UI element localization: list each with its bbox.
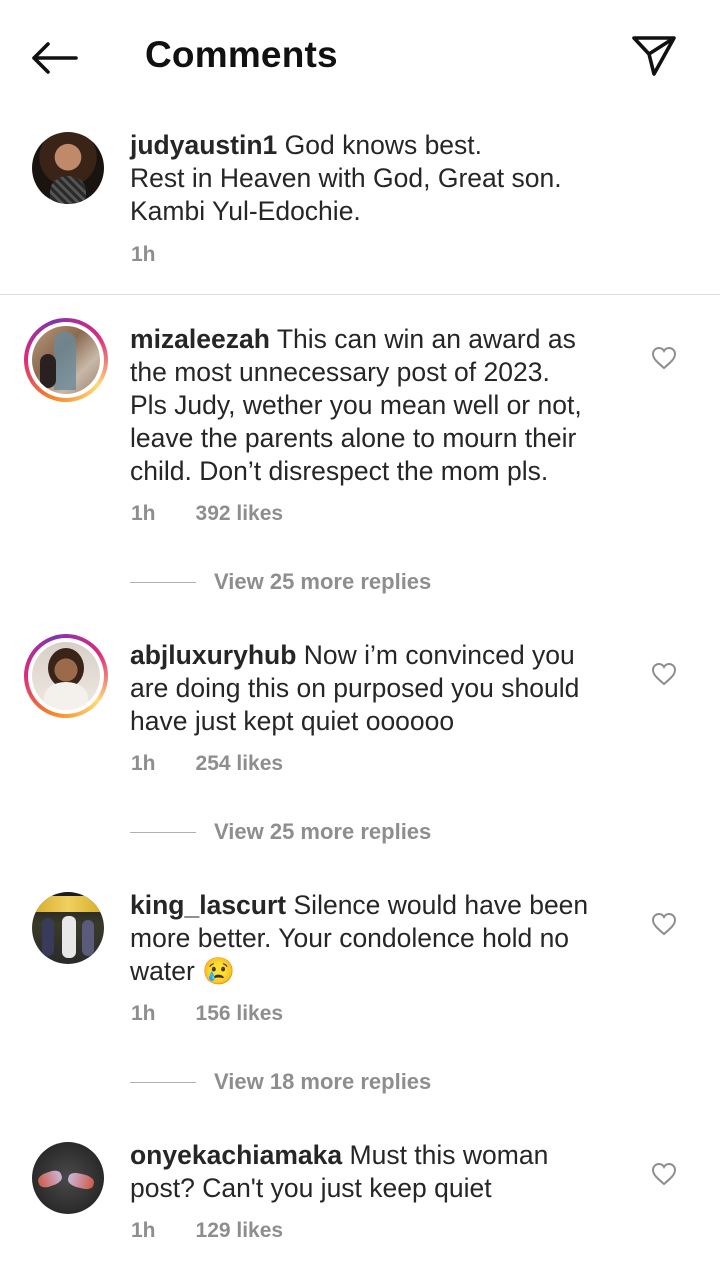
username[interactable]: mizaleezah: [130, 324, 270, 354]
comment-line: child. Don’t disrespect the mom pls.: [130, 456, 549, 486]
comment-body: Silence would have been: [293, 890, 589, 920]
comment-meta: 1h 392 likes: [131, 502, 283, 526]
comment-line: are doing this on purposed you should: [130, 673, 580, 703]
avatar-image: [32, 1142, 104, 1214]
avatar[interactable]: [24, 634, 108, 718]
arrow-left-icon: [32, 42, 78, 74]
caption-body: God knows best.: [284, 130, 483, 160]
comment-line: water 😢: [130, 956, 236, 986]
comment-line: post? Can't you just keep quiet: [130, 1173, 492, 1203]
timestamp: 1h: [131, 1002, 156, 1025]
heart-icon[interactable]: [651, 1162, 677, 1186]
likes-count[interactable]: 129 likes: [196, 1219, 284, 1243]
heart-icon[interactable]: [651, 346, 677, 370]
divider-line: [130, 831, 196, 833]
comment-text: mizaleezah This can win an award as the …: [130, 323, 582, 488]
caption-text: judyaustin1 God knows best. Rest in Heav…: [130, 129, 562, 228]
username[interactable]: king_lascurt: [130, 890, 286, 920]
view-replies-button[interactable]: View 18 more replies: [130, 1069, 431, 1095]
avatar[interactable]: [32, 132, 104, 204]
view-replies-label: View 25 more replies: [214, 569, 432, 594]
header-bar: Comments: [0, 0, 720, 112]
caption-meta: 1h: [131, 243, 156, 267]
caption-line: Kambi Yul-Edochie.: [130, 196, 361, 226]
avatar[interactable]: [32, 892, 104, 964]
view-replies-button[interactable]: View 25 more replies: [130, 569, 431, 595]
comment-line: more better. Your condolence hold no: [130, 923, 570, 953]
view-replies-label: View 25 more replies: [214, 819, 432, 844]
divider-line: [130, 581, 196, 583]
username[interactable]: onyekachiamaka: [130, 1140, 342, 1170]
caption-line: Rest in Heaven with God, Great son.: [130, 163, 562, 193]
username[interactable]: abjluxuryhub: [130, 640, 296, 670]
avatar-image: [32, 892, 104, 964]
back-button[interactable]: [30, 36, 82, 80]
timestamp: 1h: [131, 752, 156, 775]
likes-count[interactable]: 156 likes: [196, 1002, 284, 1026]
page-title: Comments: [145, 34, 338, 75]
comment-meta: 1h 129 likes: [131, 1219, 283, 1243]
divider-line: [130, 1081, 196, 1083]
comment-line: Pls Judy, wether you mean well or not,: [130, 390, 582, 420]
heart-icon[interactable]: [651, 662, 677, 686]
timestamp: 1h: [131, 243, 156, 266]
avatar-image: [32, 132, 104, 204]
paper-plane-icon: [632, 36, 676, 76]
post-caption: judyaustin1 God knows best. Rest in Heav…: [0, 112, 720, 295]
comment-text: onyekachiamaka Must this woman post? Can…: [130, 1139, 548, 1205]
view-replies-button[interactable]: View 25 more replies: [130, 819, 431, 845]
comment-text: abjluxuryhub Now i’m convinced you are d…: [130, 639, 579, 738]
username[interactable]: judyaustin1: [130, 130, 277, 160]
comment-text: king_lascurt Silence would have been mor…: [130, 889, 588, 988]
comment-body: This can win an award as: [276, 324, 576, 354]
avatar-image: [32, 642, 100, 710]
comment-body: Must this woman: [349, 1140, 549, 1170]
comment-line: leave the parents alone to mourn their: [130, 423, 577, 453]
avatar[interactable]: [32, 1142, 104, 1214]
comment-meta: 1h 156 likes: [131, 1002, 283, 1026]
share-button[interactable]: [630, 32, 682, 82]
timestamp: 1h: [131, 1219, 156, 1242]
avatar[interactable]: [24, 318, 108, 402]
timestamp: 1h: [131, 502, 156, 525]
heart-icon[interactable]: [651, 912, 677, 936]
likes-count[interactable]: 392 likes: [196, 502, 284, 526]
likes-count[interactable]: 254 likes: [196, 752, 284, 776]
comment-line: the most unnecessary post of 2023.: [130, 357, 550, 387]
comment-line: have just kept quiet oooooo: [130, 706, 455, 736]
comment-meta: 1h 254 likes: [131, 752, 283, 776]
view-replies-label: View 18 more replies: [214, 1069, 432, 1094]
comment-body: Now i’m convinced you: [303, 640, 575, 670]
avatar-image: [32, 326, 100, 394]
